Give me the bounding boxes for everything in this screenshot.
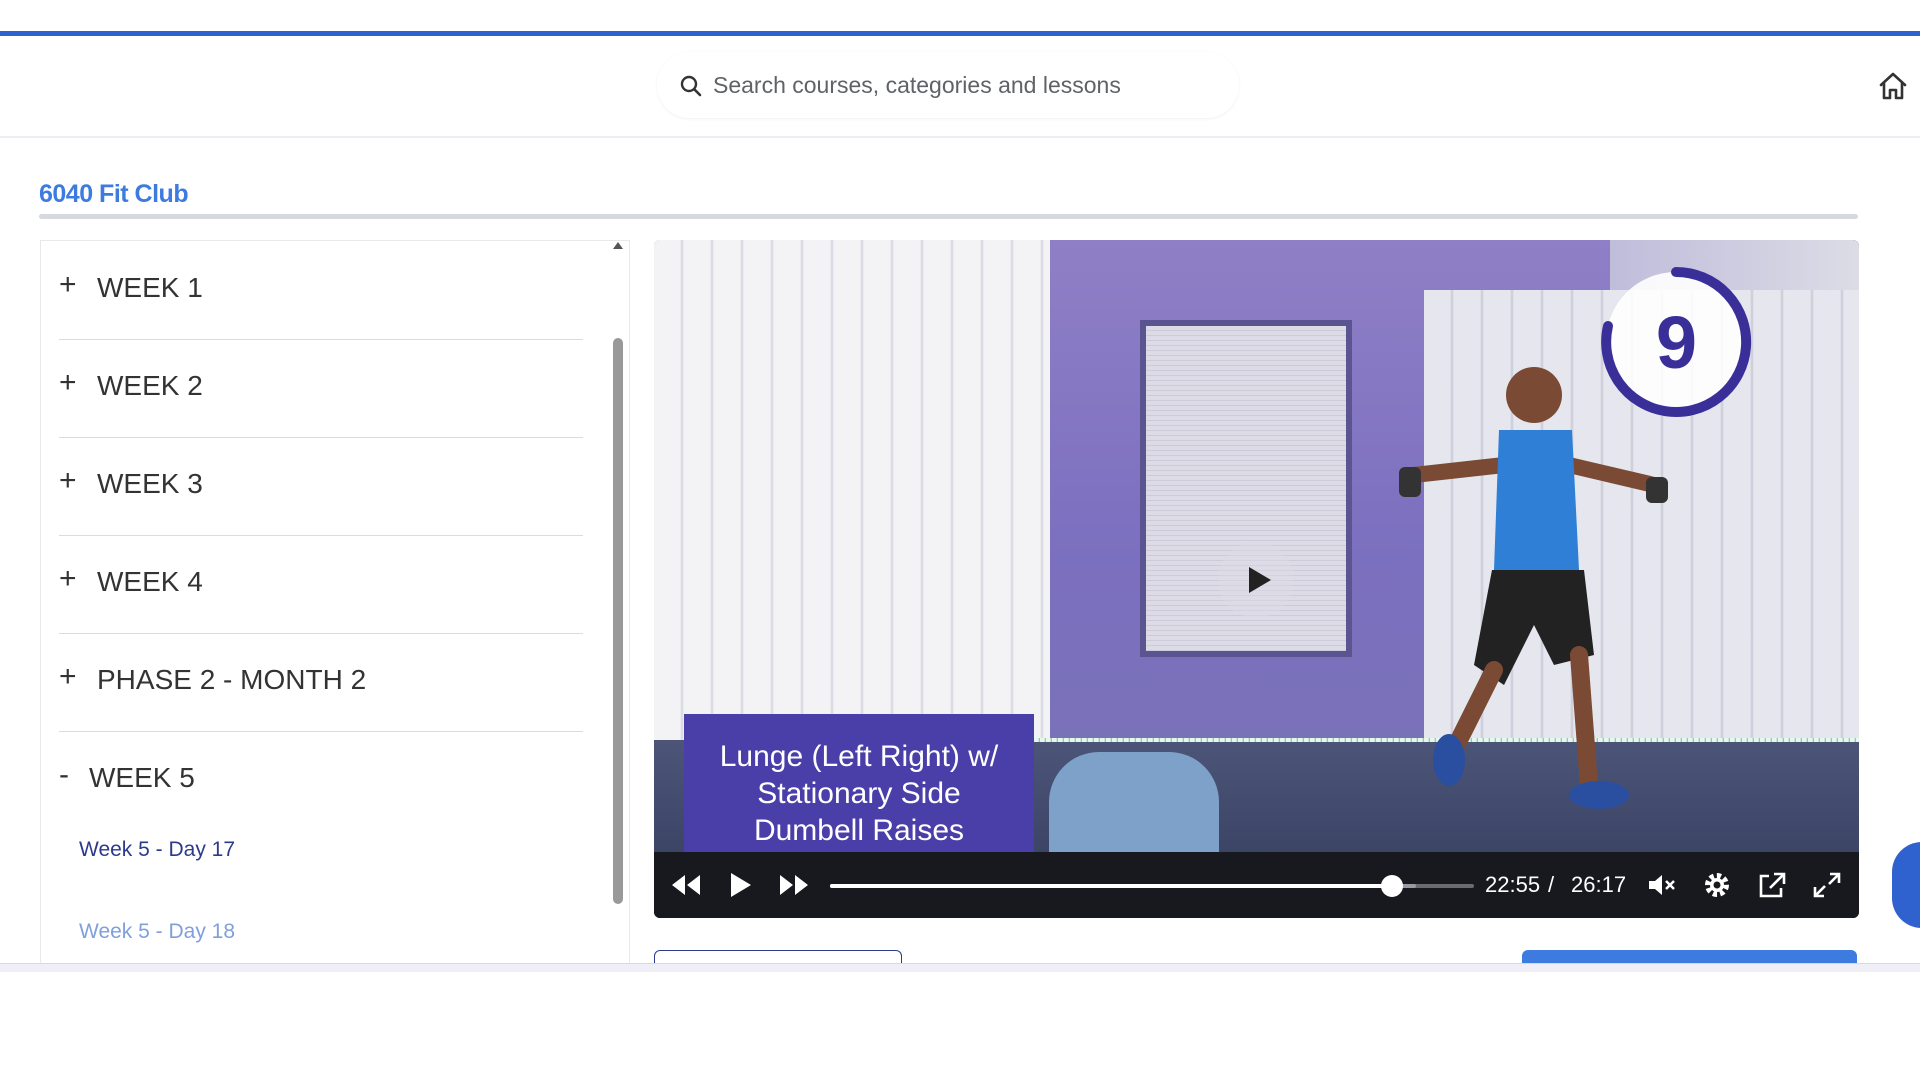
volume-muted-icon[interactable]	[1646, 870, 1678, 900]
seek-handle[interactable]	[1381, 875, 1404, 897]
home-icon[interactable]	[1877, 70, 1909, 102]
section-label: WEEK 4	[97, 566, 203, 597]
video-blinds-left	[654, 240, 1050, 770]
fast-forward-icon[interactable]	[778, 870, 810, 900]
rewind-icon[interactable]	[670, 870, 702, 900]
exercise-caption: Lunge (Left Right) w/ Stationary Side Du…	[684, 714, 1034, 852]
play-icon	[1249, 567, 1271, 593]
lesson-week-5-day-17[interactable]: Week 5 - Day 17	[79, 838, 235, 862]
scroll-up-arrow-icon[interactable]	[613, 242, 623, 249]
title-divider	[39, 214, 1858, 219]
countdown-number: 9	[1655, 301, 1698, 384]
search-input[interactable]	[711, 64, 1215, 106]
collapse-minus-icon: -	[59, 758, 69, 791]
play-icon[interactable]	[724, 870, 756, 900]
section-label: WEEK 2	[97, 370, 203, 401]
sidebar-scrollbar-thumb[interactable]	[613, 338, 623, 904]
gear-icon[interactable]	[1701, 870, 1733, 900]
caption-line: Lunge (Left Right) w/	[719, 740, 999, 773]
section-label: WEEK 1	[97, 272, 203, 303]
external-link-icon[interactable]	[1756, 870, 1788, 900]
expand-plus-icon: +	[59, 464, 77, 497]
center-play-button[interactable]	[1218, 542, 1294, 618]
video-controls-bar: 22:55 / 26:17	[654, 852, 1859, 918]
empty-area	[0, 972, 1920, 1080]
expand-plus-icon: +	[59, 366, 77, 399]
chat-launcher-button[interactable]	[1892, 842, 1920, 928]
video-instructor-figure	[1399, 367, 1668, 809]
course-title[interactable]: 6040 Fit Club	[39, 180, 189, 209]
lesson-week-5-day-18[interactable]: Week 5 - Day 18	[79, 920, 235, 944]
current-time: 22:55	[1485, 872, 1541, 897]
search-icon	[680, 75, 702, 97]
section-label: PHASE 2 - MONTH 2	[97, 664, 367, 695]
time-separator: /	[1548, 872, 1555, 897]
expand-plus-icon: +	[59, 562, 77, 595]
duration: 26:17	[1571, 872, 1627, 897]
course-outline-sidebar: + WEEK 1 + WEEK 2 + WEEK 3 + WEEK 4 + PH…	[40, 240, 630, 965]
expand-plus-icon: +	[59, 268, 77, 301]
section-label: WEEK 3	[97, 468, 203, 499]
seek-played	[830, 884, 1393, 888]
search-box[interactable]	[657, 52, 1239, 118]
section-label: WEEK 5	[89, 762, 195, 793]
section-week-2[interactable]: + WEEK 2	[59, 339, 583, 438]
caption-line: Dumbell Raises	[753, 814, 965, 847]
seek-bar[interactable]	[830, 875, 1474, 897]
section-week-1[interactable]: + WEEK 1	[59, 241, 583, 340]
section-phase-2-month-2[interactable]: + PHASE 2 - MONTH 2	[59, 633, 583, 732]
section-week-3[interactable]: + WEEK 3	[59, 437, 583, 536]
section-week-4[interactable]: + WEEK 4	[59, 535, 583, 634]
section-week-5[interactable]: - WEEK 5	[59, 731, 583, 829]
video-exercise-mat	[1049, 752, 1219, 852]
caption-line: Stationary Side	[757, 777, 961, 810]
video-player[interactable]: 9 Lunge (Left Right) w/ Stationary Side …	[654, 240, 1859, 918]
video-frame: 9 Lunge (Left Right) w/ Stationary Side …	[654, 240, 1859, 852]
fullscreen-icon[interactable]	[1811, 870, 1843, 900]
expand-plus-icon: +	[59, 660, 77, 693]
